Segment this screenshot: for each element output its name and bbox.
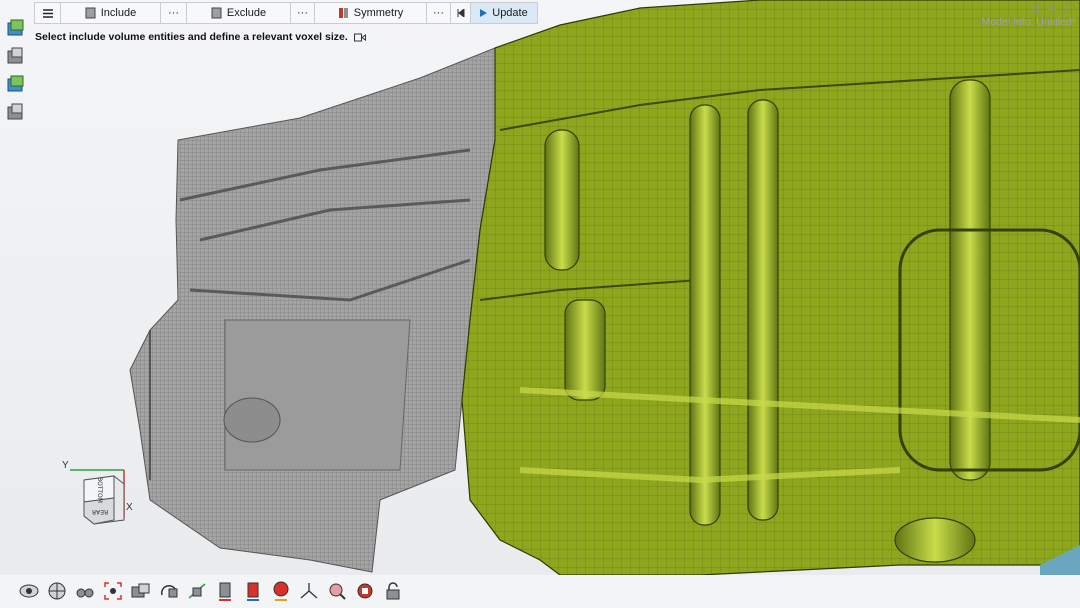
instruction-text: Select include volume entities and defin… [35,31,348,43]
view-eye-button[interactable] [18,580,40,602]
axis-icon [300,583,318,599]
play-icon [480,9,488,17]
display-icon[interactable] [6,46,26,66]
step-back-button[interactable] [451,3,471,23]
section-icon [188,583,206,599]
model-info: Model Info: Untitled* [981,16,1076,28]
display-icon[interactable] [6,102,26,122]
menu-icon [42,8,53,18]
snapshot-button[interactable] [354,580,376,602]
exclude-label: Exclude [226,7,267,19]
video-icon[interactable] [353,33,366,42]
symmetry-icon [338,8,348,18]
left-toolbar [6,18,26,122]
include-options-button[interactable]: ··· [161,3,187,23]
symmetry-options-button[interactable]: ··· [427,3,451,23]
mesh-display-button[interactable] [242,580,264,602]
lock-button[interactable] [382,580,404,602]
voxel-model [129,47,506,573]
include-button[interactable]: Include [61,3,161,23]
zoom-button[interactable] [326,580,348,602]
step-back-icon [457,9,464,17]
camera-button[interactable] [130,580,152,602]
mesh-display-icon [247,582,259,601]
rotate-icon [160,585,178,598]
voxel-toolbar: Include ··· Exclude ··· Symmetry ··· Upd… [34,2,538,24]
update-button[interactable]: Update [471,3,537,23]
section-button[interactable] [186,580,208,602]
include-label: Include [100,7,137,19]
svg-text:BOTTOM: BOTTOM [96,477,103,503]
view-triad[interactable]: Y X BOTTOM REAR [58,458,148,538]
graphics-viewport[interactable]: Include ··· Exclude ··· Symmetry ··· Upd… [0,0,1080,575]
include-icon [85,7,96,19]
axis-button[interactable] [298,580,320,602]
exclude-icon [211,7,222,19]
lock-icon [386,582,400,600]
triad-cube: BOTTOM REAR [70,469,125,525]
svg-text:REAR: REAR [92,508,108,515]
color-mode-icon [273,581,289,601]
view-eye-icon [19,584,39,598]
model-render [129,0,1080,575]
binoculars-button[interactable] [74,580,96,602]
globe-icon [48,582,66,600]
symmetry-button[interactable]: Symmetry [315,3,427,23]
rotate-button[interactable] [158,580,180,602]
binoculars-icon [76,588,94,598]
part-browser-icon[interactable] [6,18,26,38]
exclude-button[interactable]: Exclude [187,3,291,23]
update-label: Update [492,7,528,19]
fit-view-icon [104,582,122,600]
symmetry-label: Symmetry [353,7,404,19]
instruction-message: Select include volume entities and defin… [35,31,366,43]
fit-view-button[interactable] [102,580,124,602]
menu-button[interactable] [35,3,61,23]
color-mode-button[interactable] [270,580,292,602]
exclude-options-button[interactable]: ··· [291,3,315,23]
snapshot-icon [357,583,373,599]
bottom-toolbar [0,575,1080,608]
shaded-icon [219,582,231,601]
zoom-icon [329,583,346,600]
part-browser-icon[interactable] [6,74,26,94]
globe-button[interactable] [46,580,68,602]
camera-icon [131,583,150,598]
shaded-button[interactable] [214,580,236,602]
